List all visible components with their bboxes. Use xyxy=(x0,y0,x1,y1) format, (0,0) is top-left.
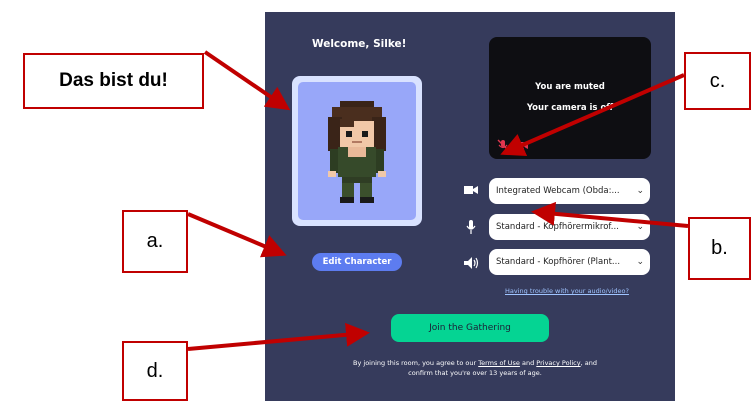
callout-a: a. xyxy=(122,210,188,273)
callout-main: Das bist du! xyxy=(23,53,204,109)
arrow-d xyxy=(187,322,370,351)
arrow-main xyxy=(203,50,291,111)
callout-d: d. xyxy=(122,341,188,401)
callout-c: c. xyxy=(684,52,751,110)
arrow-b xyxy=(531,201,689,228)
arrow-a xyxy=(187,212,287,258)
arrow-c xyxy=(500,73,685,157)
callout-b: b. xyxy=(688,217,751,280)
